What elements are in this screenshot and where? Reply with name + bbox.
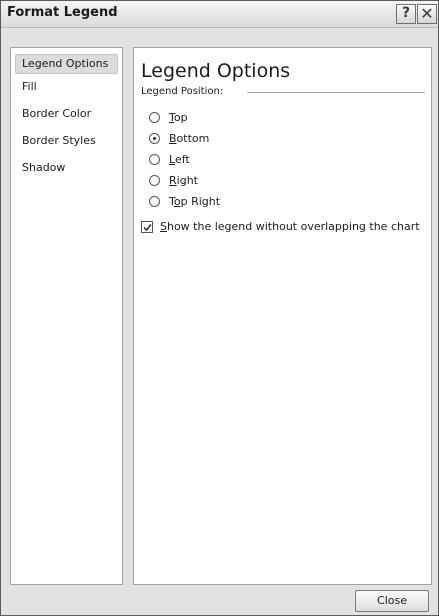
dialog-title: Format Legend [7,5,118,20]
radio-label: Right [169,174,198,187]
close-button[interactable]: Close [355,590,429,612]
sidebar-item-fill[interactable]: Fill [15,77,118,97]
sidebar-item-label: Border Styles [22,134,96,147]
sidebar-item-label: Border Color [22,107,92,120]
radio-button[interactable] [149,154,160,165]
sidebar-item-label: Shadow [22,161,66,174]
sidebar-item-border-styles[interactable]: Border Styles [15,131,118,151]
radio-button[interactable] [149,175,160,186]
sidebar-item-shadow[interactable]: Shadow [15,158,118,178]
title-bar[interactable]: Format Legend ? ✕ [1,1,438,28]
format-legend-dialog: Format Legend ? ✕ Legend Options Fill Bo… [0,0,439,616]
radio-right[interactable]: Right [149,173,349,191]
help-icon: ? [401,5,411,21]
sidebar-item-border-color[interactable]: Border Color [15,104,118,124]
close-icon: ✕ [420,4,434,23]
radio-bottom[interactable]: Bottom [149,131,349,149]
radio-left[interactable]: Left [149,152,349,170]
radio-button[interactable] [149,112,160,123]
overlap-checkbox[interactable] [141,221,153,233]
title-close-button[interactable]: ✕ [417,4,437,24]
group-divider [247,92,425,93]
radio-label: Top Right [169,195,221,208]
help-button[interactable]: ? [396,4,416,24]
sidebar-item-label: Fill [22,80,37,93]
radio-top[interactable]: Top [149,110,349,128]
radio-button[interactable] [149,133,160,144]
page-title: Legend Options [141,60,291,82]
radio-button[interactable] [149,196,160,207]
sidebar-item-legend-options[interactable]: Legend Options [15,54,118,74]
overlap-checkbox-row[interactable]: Show the legend without overlapping the … [141,220,426,236]
legend-position-label: Legend Position: [141,86,224,97]
radio-label: Bottom [169,132,210,145]
sidebar-item-label: Legend Options [22,57,109,70]
options-panel: Legend Options Legend Position: Top Bott… [133,47,432,585]
radio-top-right[interactable]: Top Right [149,194,349,212]
checkmark-icon [143,224,152,232]
category-list: Legend Options Fill Border Color Border … [10,47,123,585]
overlap-checkbox-label: Show the legend without overlapping the … [160,220,420,233]
radio-label: Top [169,111,188,124]
radio-label: Left [169,153,190,166]
